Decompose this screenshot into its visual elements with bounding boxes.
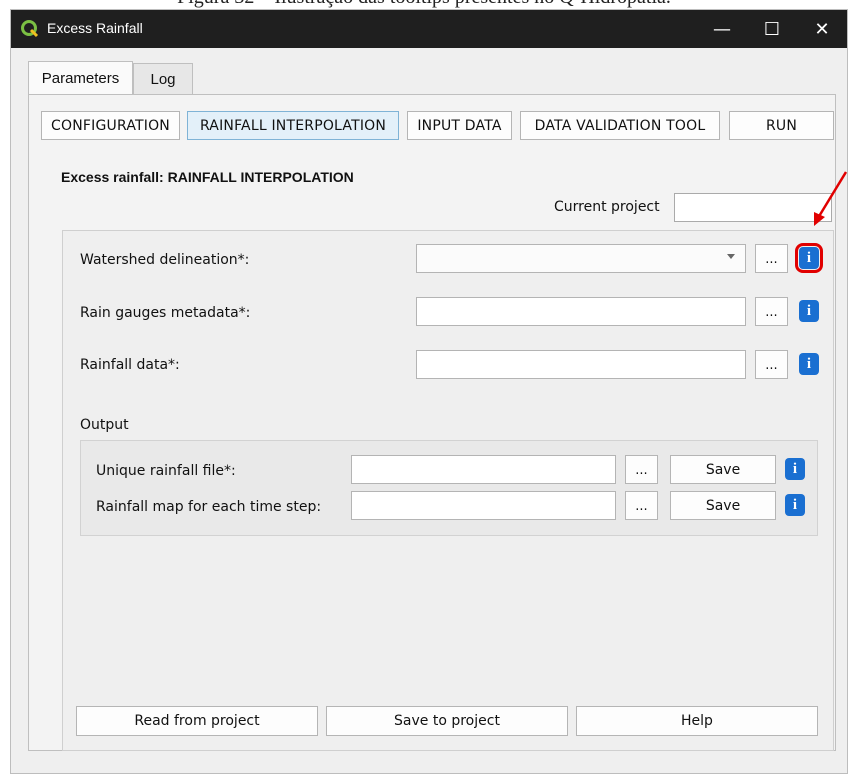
rain-gauges-info-icon[interactable]: i [799, 300, 819, 322]
run-button[interactable]: RUN [729, 111, 834, 140]
watershed-delineation-label: Watershed delineation*: [80, 252, 250, 268]
help-button[interactable]: Help [576, 706, 818, 736]
watershed-browse-button[interactable]: ... [755, 244, 788, 273]
tab-parameters[interactable]: Parameters [28, 61, 133, 94]
chevron-down-icon [727, 254, 735, 259]
current-project-label: Current project [554, 199, 660, 215]
rainfall-data-label: Rainfall data*: [80, 357, 180, 373]
unique-rainfall-info-icon[interactable]: i [785, 458, 805, 480]
figure-caption-text: Figura 32 – Ilustração das tooltips pres… [0, 0, 848, 9]
rainfall-map-info-icon[interactable]: i [785, 494, 805, 516]
rain-gauges-metadata-field[interactable] [416, 297, 746, 326]
rainfall-data-field[interactable] [416, 350, 746, 379]
rain-gauges-browse-button[interactable]: ... [755, 297, 788, 326]
rainfall-data-info-icon[interactable]: i [799, 353, 819, 375]
watershed-delineation-combo[interactable] [416, 244, 746, 273]
minimize-button[interactable]: — [697, 10, 747, 48]
interpolation-groupbox: Watershed delineation*: ... i Rain gauge… [62, 230, 834, 751]
save-to-project-button[interactable]: Save to project [326, 706, 568, 736]
data-validation-tool-button[interactable]: DATA VALIDATION TOOL [520, 111, 720, 140]
output-groupbox: Unique rainfall file*: ... Save i Rainfa… [80, 440, 818, 536]
excess-rainfall-window: Excess Rainfall — ☐ ✕ Parameters Log CON… [10, 9, 848, 774]
rainfall-data-browse-button[interactable]: ... [755, 350, 788, 379]
configuration-button[interactable]: CONFIGURATION [41, 111, 180, 140]
red-arrow-annotation-icon [814, 171, 848, 226]
unique-rainfall-file-field[interactable] [351, 455, 616, 484]
rain-gauges-metadata-label: Rain gauges metadata*: [80, 305, 251, 321]
output-label: Output [80, 417, 129, 433]
input-data-button[interactable]: INPUT DATA [407, 111, 512, 140]
tab-log[interactable]: Log [133, 63, 193, 94]
close-button[interactable]: ✕ [797, 10, 847, 48]
read-from-project-button[interactable]: Read from project [76, 706, 318, 736]
rainfall-map-field[interactable] [351, 491, 616, 520]
rainfall-interpolation-button[interactable]: RAINFALL INTERPOLATION [187, 111, 399, 140]
rainfall-map-browse-button[interactable]: ... [625, 491, 658, 520]
qgis-logo-icon [21, 20, 39, 38]
page-title: Excess rainfall: RAINFALL INTERPOLATION [61, 169, 354, 185]
unique-rainfall-save-button[interactable]: Save [670, 455, 776, 484]
maximize-button[interactable]: ☐ [747, 10, 797, 48]
watershed-info-icon[interactable]: i [795, 243, 823, 273]
title-bar: Excess Rainfall — ☐ ✕ [11, 10, 847, 48]
window-title: Excess Rainfall [47, 20, 143, 36]
parameters-panel: CONFIGURATION RAINFALL INTERPOLATION INP… [28, 94, 836, 751]
rainfall-map-label: Rainfall map for each time step: [96, 499, 322, 515]
unique-rainfall-browse-button[interactable]: ... [625, 455, 658, 484]
rainfall-map-save-button[interactable]: Save [670, 491, 776, 520]
unique-rainfall-file-label: Unique rainfall file*: [96, 463, 236, 479]
